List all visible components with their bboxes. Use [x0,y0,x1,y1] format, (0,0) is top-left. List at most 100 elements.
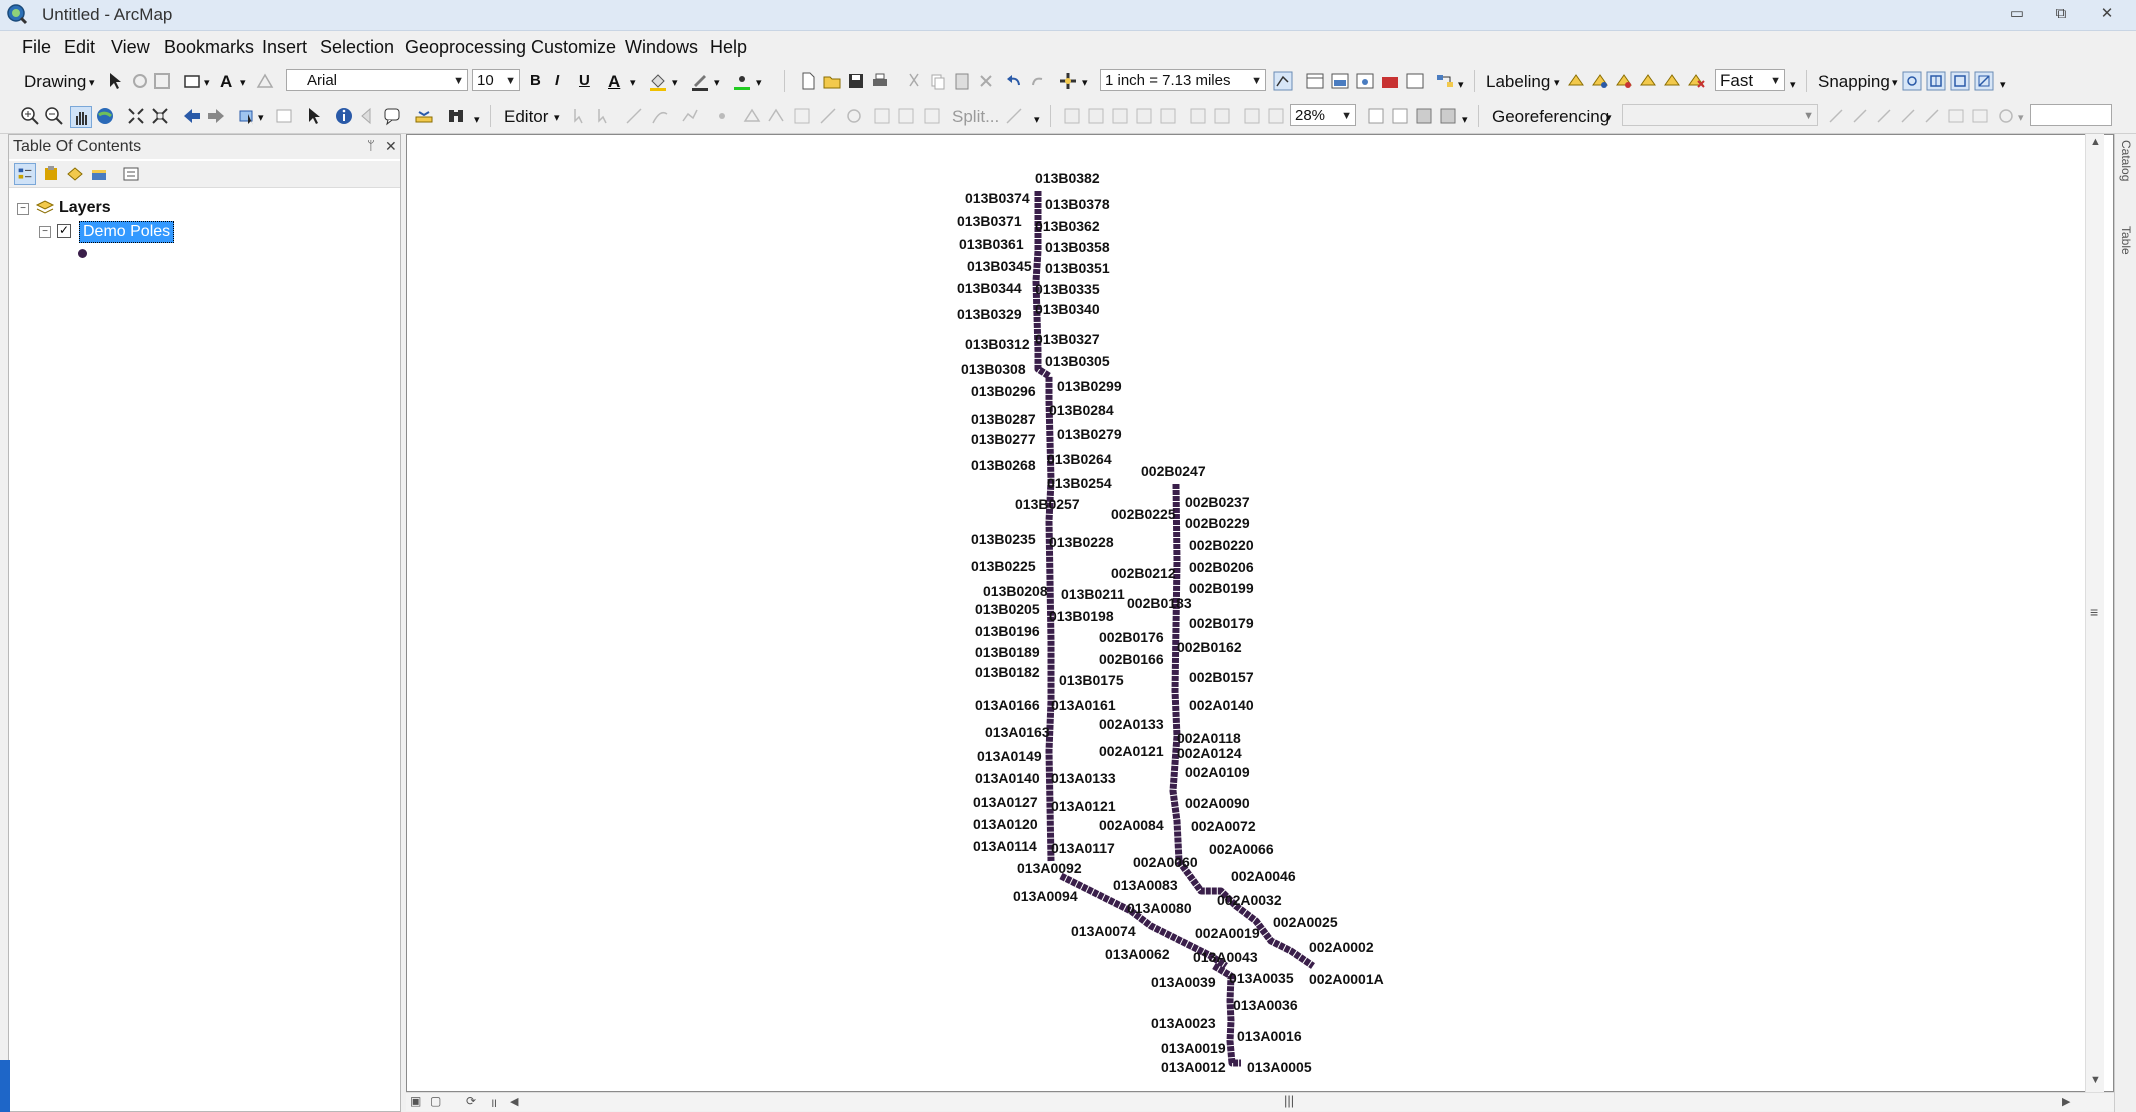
font-color-button[interactable]: A [608,72,620,92]
view-unplaced-labels-icon[interactable] [1686,71,1706,91]
point-snapping-icon[interactable] [1902,71,1922,91]
italic-button[interactable]: I [555,72,559,89]
attributes-icon[interactable] [872,106,892,126]
modelbuilder-icon[interactable] [1435,71,1455,91]
georeferencing-layer-selector[interactable]: ▼ [1622,104,1818,126]
toolbar-overflow-icon[interactable]: ▾ [1462,113,1468,126]
layout-zoom-out-icon[interactable] [1086,106,1106,126]
fill-color-icon[interactable] [648,71,668,91]
refresh-georef-icon[interactable] [1996,106,2016,126]
list-by-source-icon[interactable] [41,164,61,184]
scroll-thumb-grip[interactable]: ≡ [2090,604,2098,620]
toolbar-overflow-icon[interactable]: ▾ [1790,78,1796,91]
rectangle-icon[interactable] [182,71,202,91]
list-by-selection-icon[interactable] [89,164,109,184]
back-extent-icon[interactable] [182,106,202,126]
underline-button[interactable]: U [579,72,590,89]
undo-icon[interactable] [1004,71,1024,91]
dropdown-arrow-icon[interactable]: ▾ [1082,76,1088,89]
vertex-snapping-icon[interactable] [1950,71,1970,91]
edit-vertices-tool-icon[interactable] [742,106,762,126]
select-elements-icon[interactable] [105,71,125,91]
catalog-icon[interactable] [1330,71,1350,91]
dropdown-arrow-icon[interactable]: ▾ [1892,76,1898,89]
toolbar-overflow-icon[interactable]: ▾ [1034,113,1040,126]
full-extent-globe-icon[interactable] [95,106,115,126]
line-color-icon[interactable] [690,71,710,91]
drawing-menu[interactable]: Drawing [24,72,86,92]
save-icon[interactable] [846,71,866,91]
rotate-tool-icon[interactable] [844,106,864,126]
sketch-properties-icon[interactable] [896,106,916,126]
dropdown-arrow-icon[interactable]: ▾ [89,76,95,89]
end-snapping-icon[interactable] [1926,71,1946,91]
dropdown-arrow-icon[interactable]: ▾ [1606,111,1612,124]
straight-segment-icon[interactable] [624,106,644,126]
add-control-points-icon[interactable] [1898,106,1918,126]
catalog-dock-tab[interactable]: Catalog [2117,140,2133,181]
menu-selection[interactable]: Selection [320,37,394,58]
cut-polygons-icon[interactable] [792,106,812,126]
label-weight-icon[interactable] [1614,71,1634,91]
label-priority-icon[interactable] [1590,71,1610,91]
layout-zoom-selector[interactable]: 28% ▼ [1290,104,1356,126]
toolbar-overflow-icon[interactable]: ▾ [1458,78,1464,91]
scroll-up-icon[interactable]: ▲ [2090,136,2101,148]
data-driven-pages-icon[interactable] [1438,106,1458,126]
edit-vertices-icon[interactable] [255,71,275,91]
font-selector[interactable]: Arial ▼ [286,69,468,91]
select-link-icon[interactable] [1922,106,1942,126]
new-document-icon[interactable] [798,71,818,91]
marker-color-icon[interactable] [732,71,752,91]
edit-annotation-icon[interactable] [594,106,614,126]
lock-labels-icon[interactable] [1638,71,1658,91]
edit-tool-icon[interactable] [570,106,590,126]
georeferencing-menu[interactable]: Georeferencing [1492,107,1609,127]
hyperlink-icon[interactable] [358,106,378,126]
scroll-left-icon[interactable]: ◀ [510,1095,518,1108]
forward-extent-icon[interactable] [206,106,226,126]
zoom-in-icon[interactable] [20,106,40,126]
select-features-icon[interactable] [238,106,258,126]
pause-drawing-icon[interactable]: ॥ [490,1094,497,1111]
scroll-right-icon[interactable]: ▶ [2062,1095,2070,1108]
pole-map-canvas[interactable]: 013B0382 013B0374 013B0378 013B0371 013B0362… [407,135,2085,1091]
copy-icon[interactable] [928,71,948,91]
menu-insert[interactable]: Insert [262,37,307,58]
new-text-icon[interactable]: A [220,72,232,92]
dropdown-arrow-icon[interactable]: ▾ [714,76,720,89]
toc-close-icon[interactable]: ✕ [385,138,397,155]
endpoint-arc-icon[interactable] [650,106,670,126]
toc-pin-icon[interactable]: ᛘ [367,138,375,153]
layers-root-label[interactable]: Layers [59,199,111,217]
scale-georef-icon[interactable] [1874,106,1894,126]
create-features-icon[interactable] [922,106,942,126]
data-view-icon[interactable]: ▢ [430,1094,441,1108]
menu-help[interactable]: Help [710,37,747,58]
zoom-out-icon[interactable] [44,106,64,126]
toc-options-icon[interactable] [121,164,141,184]
construct-points-icon[interactable] [1004,106,1024,126]
dropdown-arrow-icon[interactable]: ▾ [756,76,762,89]
editor-menu[interactable]: Editor [504,107,548,127]
list-by-visibility-icon[interactable] [65,164,85,184]
dropdown-arrow-icon[interactable]: ▾ [554,111,560,124]
dropdown-arrow-icon[interactable]: ▾ [258,111,264,124]
zoom-to-selected-icon[interactable] [152,71,172,91]
cut-icon[interactable] [904,71,924,91]
close-button[interactable]: ✕ [2092,3,2122,25]
hscroll-thumb-grip[interactable]: ||| [1284,1093,1294,1108]
toggle-draft-mode-icon[interactable] [1366,106,1386,126]
delete-icon[interactable] [976,71,996,91]
point-icon[interactable] [712,106,732,126]
pause-labeling-icon[interactable] [1662,71,1682,91]
refresh-view-icon[interactable]: ⟳ [466,1094,476,1108]
add-data-icon[interactable] [1058,71,1078,91]
focus-data-frame-icon[interactable] [1390,106,1410,126]
georef-input-box[interactable] [2030,104,2112,126]
layer-demo-poles[interactable]: Demo Poles [79,221,175,243]
fixed-zoom-out-layout-icon[interactable] [1212,106,1232,126]
menu-customize[interactable]: Customize [531,37,616,58]
shift-georef-icon[interactable] [1850,106,1870,126]
menu-bookmarks[interactable]: Bookmarks [164,37,254,58]
